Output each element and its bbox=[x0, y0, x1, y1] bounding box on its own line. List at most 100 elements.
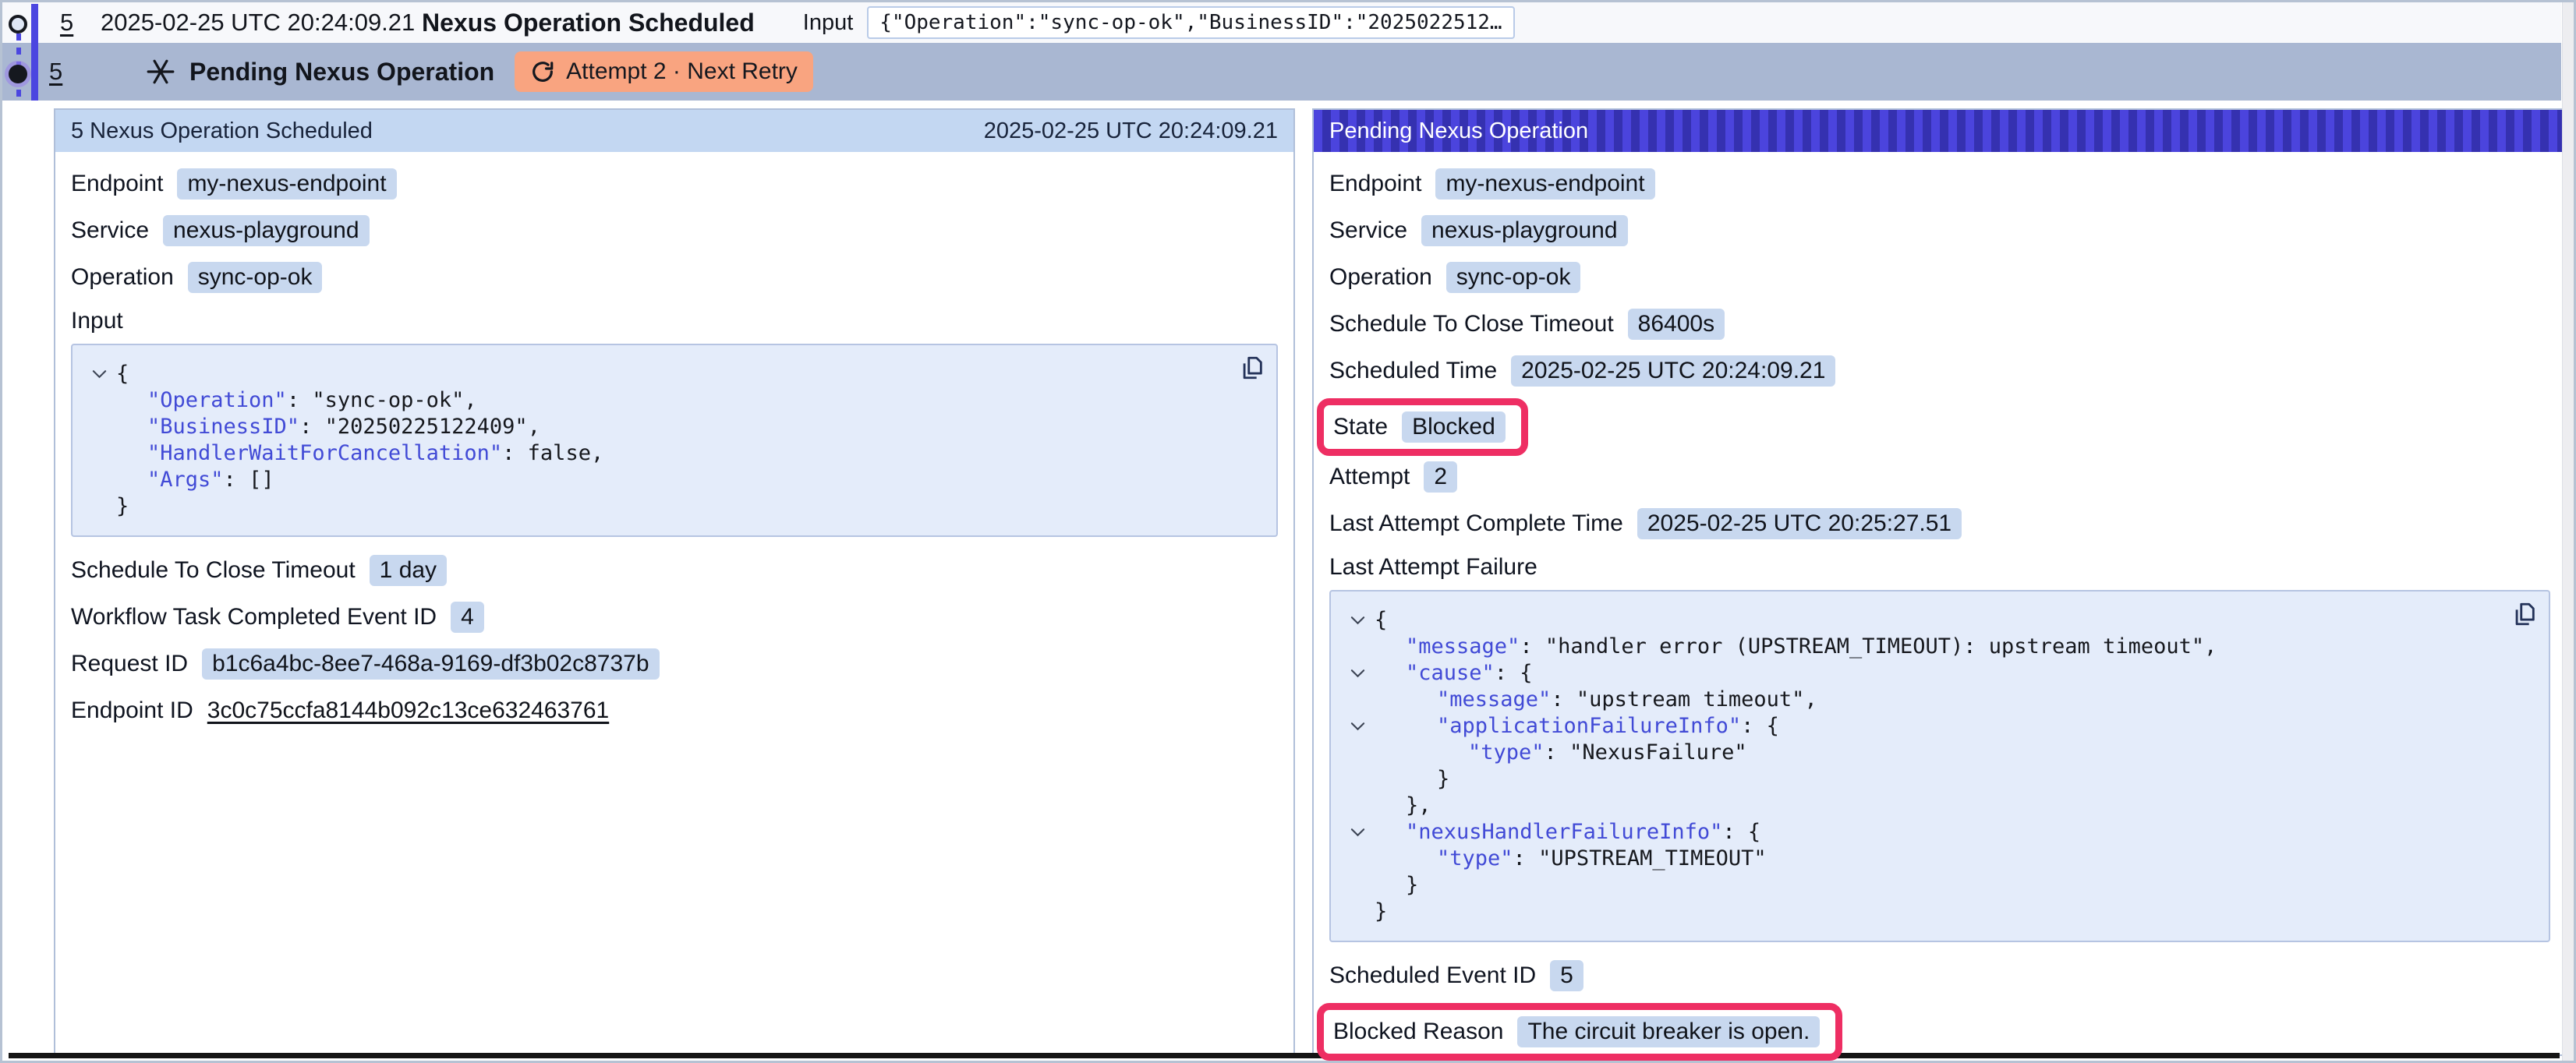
scheduled-event-id-value: 5 bbox=[1550, 960, 1583, 991]
scrollbar-track[interactable] bbox=[2562, 2, 2574, 1061]
endpoint-label: Endpoint bbox=[71, 171, 163, 197]
event-row-scheduled[interactable]: 5 2025-02-25 UTC 20:24:09.21 Nexus Opera… bbox=[2, 2, 2561, 43]
field-row-operation: Operationsync-op-ok bbox=[1329, 261, 2550, 294]
field-row-service: Servicenexus-playground bbox=[71, 214, 1278, 247]
field-row-blocked-reason: Blocked Reason The circuit breaker is ope… bbox=[1333, 1015, 1820, 1048]
code-text: { bbox=[116, 361, 129, 387]
code-text: } bbox=[1375, 766, 1449, 793]
retry-badge-label: Attempt 2 · Next Retry bbox=[566, 58, 798, 85]
code-line: } bbox=[1340, 872, 2533, 899]
collapse-chevron-icon[interactable] bbox=[1340, 828, 1375, 837]
event-rows: 5 2025-02-25 UTC 20:24:09.21 Nexus Opera… bbox=[2, 2, 2574, 101]
detail-panels: 5 Nexus Operation Scheduled 2025-02-25 U… bbox=[2, 108, 2574, 1056]
request-id-label: Request ID bbox=[71, 651, 188, 677]
collapse-chevron-icon[interactable] bbox=[82, 369, 116, 379]
code-line: "type": "UPSTREAM_TIMEOUT" bbox=[1340, 846, 2533, 872]
event-id-link[interactable]: 5 bbox=[60, 9, 83, 37]
code-text: "Args": [] bbox=[116, 467, 274, 493]
field-row-endpoint: Endpointmy-nexus-endpoint bbox=[1329, 168, 2550, 200]
code-line: } bbox=[1340, 766, 2533, 793]
event-title: Nexus Operation Scheduled bbox=[422, 9, 755, 37]
pending-operation-row[interactable]: 5 Pending Nexus Operation Attempt 2 · Ne… bbox=[2, 43, 2561, 101]
bottom-border-line bbox=[9, 1053, 2560, 1058]
operation-value: sync-op-ok bbox=[188, 262, 323, 293]
event-detail-header-timestamp: 2025-02-25 UTC 20:24:09.21 bbox=[984, 118, 1278, 144]
operation-label: Operation bbox=[71, 264, 174, 291]
event-input-preview: {"Operation":"sync-op-ok","BusinessID":"… bbox=[867, 6, 1514, 39]
collapse-chevron-icon[interactable] bbox=[1340, 669, 1375, 678]
code-text: } bbox=[1375, 872, 1418, 899]
failure-json-viewer: {"message": "handler error (UPSTREAM_TIM… bbox=[1329, 590, 2550, 942]
schedule-to-close-timeout-value: 1 day bbox=[370, 555, 447, 586]
field-row-scheduled-time: Scheduled Time2025-02-25 UTC 20:24:09.21 bbox=[1329, 355, 2550, 387]
pending-id-link[interactable]: 5 bbox=[49, 58, 73, 86]
code-text: "message": "handler error (UPSTREAM_TIME… bbox=[1375, 634, 2217, 660]
failure-group-label: Last Attempt Failure bbox=[1329, 554, 2550, 581]
code-line: } bbox=[1340, 899, 2533, 925]
request-id-value: b1c6a4bc-8ee7-468a-9169-df3b02c8737b bbox=[202, 648, 659, 680]
code-text: "BusinessID": "20250225122409", bbox=[116, 414, 540, 440]
field-row-schedule-to-close-timeout: Schedule To Close Timeout1 day bbox=[71, 554, 1278, 587]
timeline-active-bar bbox=[31, 4, 38, 101]
operation-label: Operation bbox=[1329, 264, 1432, 291]
code-line: "Args": [] bbox=[82, 467, 1261, 493]
endpoint-id-value[interactable]: 3c0c75ccfa8144b092c13ce632463761 bbox=[207, 697, 609, 724]
code-line: "cause": { bbox=[1340, 660, 2533, 687]
event-input-label: Input bbox=[803, 10, 854, 36]
collapse-chevron-icon[interactable] bbox=[1340, 616, 1375, 625]
service-label: Service bbox=[1329, 217, 1407, 244]
state-label: State bbox=[1333, 414, 1388, 440]
code-text: { bbox=[1375, 607, 1387, 634]
field-row-state: State Blocked bbox=[1333, 411, 1506, 443]
schedule-to-close-timeout-value: 86400s bbox=[1628, 309, 1725, 340]
retry-icon bbox=[530, 59, 555, 84]
code-line: "BusinessID": "20250225122409", bbox=[82, 414, 1261, 440]
event-detail-header-title: 5 Nexus Operation Scheduled bbox=[71, 118, 373, 144]
pending-operation-panel: Pending Nexus Operation Endpointmy-nexus… bbox=[1312, 108, 2567, 1056]
code-text: "Operation": "sync-op-ok", bbox=[116, 387, 477, 414]
code-text: } bbox=[116, 493, 129, 520]
field-row-workflow-task-completed-event-id: Workflow Task Completed Event ID 4 bbox=[71, 601, 1278, 634]
code-line: "message": "handler error (UPSTREAM_TIME… bbox=[1340, 634, 2533, 660]
code-line: }, bbox=[1340, 793, 2533, 819]
last-attempt-complete-time-label: Last Attempt Complete Time bbox=[1329, 510, 1623, 537]
state-value: Blocked bbox=[1402, 411, 1506, 443]
copy-button[interactable] bbox=[1239, 355, 1265, 381]
scheduled-time-label: Scheduled Time bbox=[1329, 358, 1497, 384]
workflow-task-completed-event-id-label: Workflow Task Completed Event ID bbox=[71, 604, 437, 630]
code-text: "nexusHandlerFailureInfo": { bbox=[1375, 819, 1760, 846]
code-line: "type": "NexusFailure" bbox=[1340, 740, 2533, 766]
service-label: Service bbox=[71, 217, 149, 244]
field-row-scheduled-event-id: Scheduled Event ID5 bbox=[1329, 959, 2550, 992]
input-json-viewer: {"Operation": "sync-op-ok","BusinessID":… bbox=[71, 344, 1278, 537]
field-row-last-attempt-complete-time: Last Attempt Complete Time 2025-02-25 UTC… bbox=[1329, 507, 2550, 540]
field-row-schedule-to-close-timeout: Schedule To Close Timeout 86400s bbox=[1329, 308, 2550, 341]
workflow-task-completed-event-id-value: 4 bbox=[451, 602, 484, 633]
field-row-request-id: Request ID b1c6a4bc-8ee7-468a-9169-df3b02… bbox=[71, 648, 1278, 680]
timeline-node-open-icon bbox=[9, 15, 27, 34]
asterisk-icon bbox=[146, 57, 175, 87]
workflow-event-history-screen: 5 2025-02-25 UTC 20:24:09.21 Nexus Opera… bbox=[0, 0, 2576, 1063]
code-text: } bbox=[1375, 899, 1387, 925]
code-line: "message": "upstream timeout", bbox=[1340, 687, 2533, 713]
event-detail-header: 5 Nexus Operation Scheduled 2025-02-25 U… bbox=[55, 110, 1293, 152]
code-line: "nexusHandlerFailureInfo": { bbox=[1340, 819, 2533, 846]
field-row-operation: Operation sync-op-ok bbox=[71, 261, 1278, 294]
endpoint-id-label: Endpoint ID bbox=[71, 697, 193, 724]
collapse-chevron-icon[interactable] bbox=[1340, 722, 1375, 731]
pending-operation-title: Pending Nexus Operation bbox=[189, 58, 494, 87]
last-attempt-complete-time-value: 2025-02-25 UTC 20:25:27.51 bbox=[1637, 508, 1962, 539]
schedule-to-close-timeout-label: Schedule To Close Timeout bbox=[1329, 311, 1614, 337]
input-group-label: Input bbox=[71, 308, 1278, 334]
endpoint-value: my-nexus-endpoint bbox=[1435, 168, 1654, 200]
code-text: "type": "NexusFailure" bbox=[1375, 740, 1747, 766]
field-row-attempt: Attempt2 bbox=[1329, 461, 2550, 493]
endpoint-value: my-nexus-endpoint bbox=[177, 168, 396, 200]
attempt-label: Attempt bbox=[1329, 464, 1410, 490]
blocked-reason-value: The circuit breaker is open. bbox=[1517, 1016, 1820, 1047]
service-value: nexus-playground bbox=[1421, 215, 1628, 246]
copy-button[interactable] bbox=[2511, 601, 2538, 627]
code-line: "Operation": "sync-op-ok", bbox=[82, 387, 1261, 414]
timeline-node-current-icon bbox=[9, 65, 27, 83]
blocked-reason-label: Blocked Reason bbox=[1333, 1019, 1503, 1045]
